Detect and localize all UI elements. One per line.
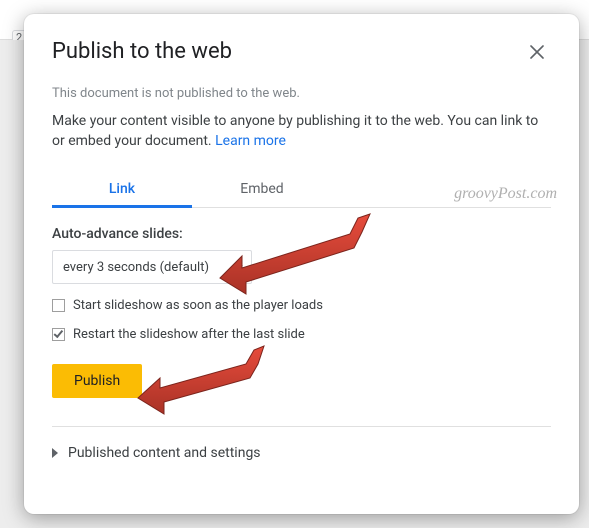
tab-active-indicator xyxy=(52,205,192,208)
close-icon xyxy=(530,45,544,59)
dialog-description-text: Make your content visible to anyone by p… xyxy=(52,113,538,149)
dialog-title: Publish to the web xyxy=(52,38,232,66)
chevron-right-icon xyxy=(52,448,58,458)
publish-button[interactable]: Publish xyxy=(52,364,142,398)
checkbox-icon xyxy=(52,299,65,312)
tab-link[interactable]: Link xyxy=(52,173,192,207)
published-content-settings-expander[interactable]: Published content and settings xyxy=(52,445,551,461)
auto-advance-value: every 3 seconds (default) xyxy=(63,260,209,275)
tab-bar: Link Embed groovyPost.com xyxy=(52,173,551,208)
expander-label: Published content and settings xyxy=(68,445,261,461)
publish-to-web-dialog: Publish to the web This document is not … xyxy=(24,14,579,514)
auto-advance-label: Auto-advance slides: xyxy=(52,226,551,242)
chevron-down-icon xyxy=(235,265,243,269)
checkbox-icon xyxy=(52,328,65,341)
learn-more-link[interactable]: Learn more xyxy=(215,133,286,149)
start-on-load-label: Start slideshow as soon as the player lo… xyxy=(73,298,323,313)
restart-after-last-label: Restart the slideshow after the last sli… xyxy=(73,327,305,342)
start-on-load-checkbox[interactable]: Start slideshow as soon as the player lo… xyxy=(52,298,551,313)
tab-embed[interactable]: Embed xyxy=(192,173,332,207)
auto-advance-select[interactable]: every 3 seconds (default) xyxy=(52,250,252,284)
publish-status-text: This document is not published to the we… xyxy=(52,86,551,101)
watermark-text: groovyPost.com xyxy=(454,185,557,203)
close-button[interactable] xyxy=(523,38,551,66)
restart-after-last-checkbox[interactable]: Restart the slideshow after the last sli… xyxy=(52,327,551,342)
dialog-description: Make your content visible to anyone by p… xyxy=(52,111,551,151)
divider xyxy=(52,426,551,427)
